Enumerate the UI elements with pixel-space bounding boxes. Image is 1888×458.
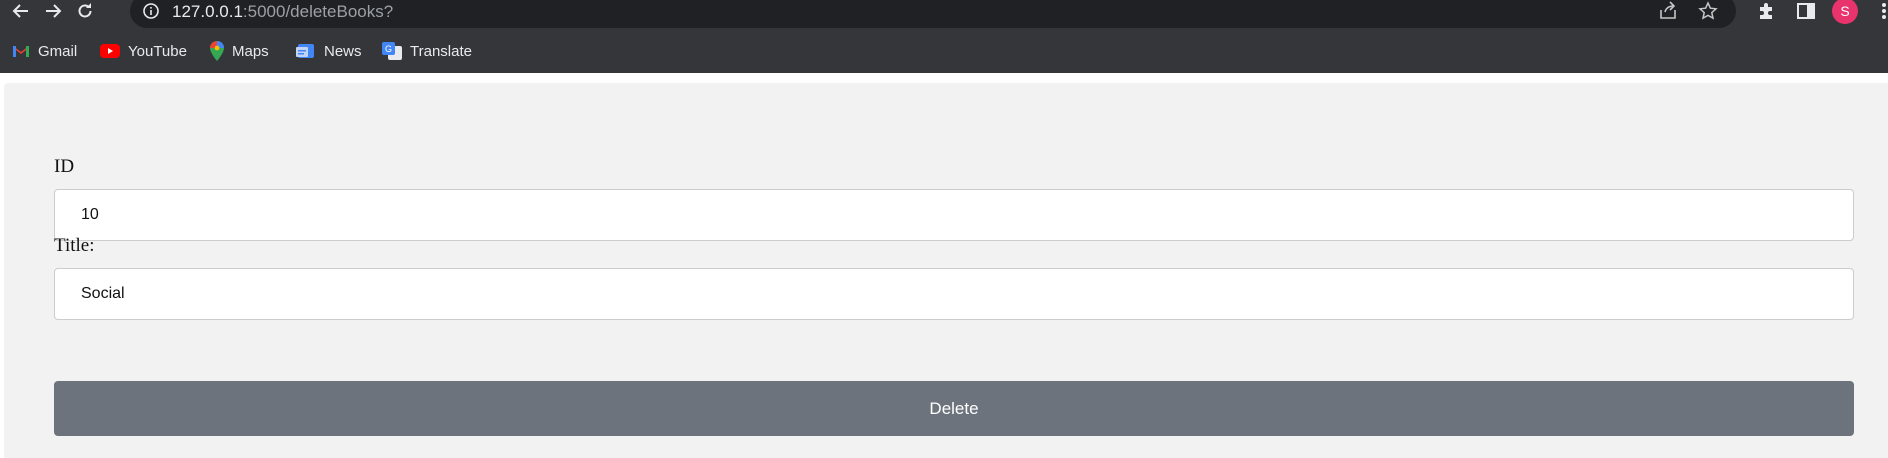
url-path: :5000/deleteBooks? [242, 2, 394, 21]
info-icon[interactable] [142, 2, 160, 20]
youtube-icon [100, 44, 120, 58]
bookmark-label: Translate [410, 42, 472, 60]
svg-text:G: G [385, 44, 392, 54]
bookmark-label: News [324, 42, 362, 60]
page-content: ID Title: Delete [0, 73, 1888, 458]
reload-icon [78, 3, 92, 18]
share-icon[interactable] [1658, 1, 1678, 21]
bookmark-label: Gmail [38, 42, 78, 60]
title-label: Title: [54, 235, 95, 256]
address-bar[interactable]: 127.0.0.1:5000/deleteBooks? [130, 0, 1736, 28]
bookmark-star-icon[interactable] [1698, 1, 1718, 21]
kebab-menu-icon [1882, 3, 1886, 19]
back-button[interactable] [8, 0, 34, 22]
browser-chrome: 127.0.0.1:5000/deleteBooks? S Gmail YouT… [0, 0, 1888, 73]
url-text[interactable]: 127.0.0.1:5000/deleteBooks? [172, 2, 393, 22]
bookmark-youtube[interactable]: YouTube [100, 40, 187, 62]
delete-button[interactable]: Delete [54, 381, 1854, 436]
maps-icon [210, 41, 224, 61]
menu-button[interactable] [1878, 0, 1888, 22]
translate-icon: G [382, 42, 402, 60]
bookmark-maps[interactable]: Maps [210, 40, 269, 62]
bookmark-label: YouTube [128, 42, 187, 60]
id-label: ID [54, 156, 75, 177]
bookmarks-bar: Gmail YouTube Maps News G Translate [0, 36, 1888, 66]
delete-book-form: ID Title: Delete [4, 83, 1888, 458]
id-input[interactable] [54, 189, 1854, 241]
arrow-right-icon [46, 4, 62, 18]
profile-avatar[interactable]: S [1832, 0, 1858, 24]
puzzle-icon [1760, 3, 1772, 19]
title-input[interactable] [54, 268, 1854, 320]
bookmark-news[interactable]: News [296, 40, 362, 62]
bookmark-label: Maps [232, 42, 269, 60]
extensions-button[interactable] [1754, 0, 1778, 22]
reload-button[interactable] [72, 0, 98, 22]
arrow-left-icon [12, 4, 28, 18]
forward-button[interactable] [40, 0, 66, 22]
bookmark-translate[interactable]: G Translate [382, 40, 472, 62]
side-panel-button[interactable] [1794, 0, 1818, 22]
gmail-icon [13, 46, 29, 57]
news-icon [296, 44, 314, 58]
bookmark-gmail[interactable]: Gmail [12, 40, 77, 62]
browser-toolbar: 127.0.0.1:5000/deleteBooks? S [0, 0, 1888, 28]
url-host: 127.0.0.1 [172, 2, 243, 21]
side-panel-icon [1797, 3, 1815, 19]
